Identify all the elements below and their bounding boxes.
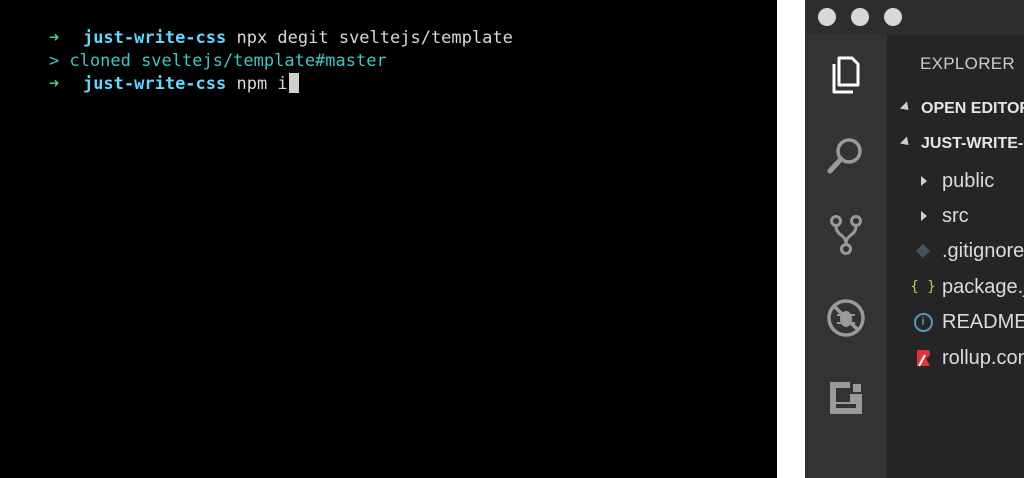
chevron-right-icon: [921, 176, 927, 186]
tree-folder-public[interactable]: public: [887, 164, 1024, 198]
activity-bar: [805, 34, 887, 478]
workspace-section[interactable]: JUST-WRITE-CSS: [887, 129, 1024, 159]
expand-triangle-icon: [899, 136, 913, 149]
tree-file-readme[interactable]: i README.md: [887, 305, 1024, 339]
title-bar: [805, 0, 1024, 34]
terminal-line-2: > cloned sveltejs/template#master: [0, 27, 777, 71]
explorer-files-icon[interactable]: [825, 54, 867, 96]
debug-icon[interactable]: [825, 297, 867, 339]
explorer-title: EXPLORER: [920, 54, 1015, 73]
terminal-pane[interactable]: ➜ just-write-css npx degit sveltejs/templ…: [0, 0, 777, 478]
terminal-line-3: ➜ just-write-css npm i: [0, 50, 777, 94]
prompt-directory: just-write-css: [82, 74, 227, 94]
git-icon: [913, 241, 933, 261]
terminal-command: npm i: [226, 74, 288, 94]
close-window-button[interactable]: [818, 8, 836, 26]
editor-window: EXPLORER OPEN EDITORS JUST-WRITE-CSS pub…: [805, 0, 1024, 478]
terminal-cursor: [288, 73, 299, 93]
source-control-icon[interactable]: [825, 214, 867, 256]
terminal-line-1: ➜ just-write-css npx degit sveltejs/templ…: [0, 4, 777, 48]
tree-file-gitignore[interactable]: .gitignore: [887, 234, 1024, 268]
info-icon: i: [913, 312, 933, 332]
window-gap: [777, 0, 805, 478]
json-icon: { }: [910, 279, 936, 295]
maximize-window-button[interactable]: [884, 8, 902, 26]
open-editors-section[interactable]: OPEN EDITORS: [887, 94, 1024, 124]
rollup-icon: [913, 348, 933, 368]
search-icon[interactable]: [825, 134, 867, 176]
tree-file-rollup-config[interactable]: rollup.config.js: [887, 341, 1024, 375]
explorer-sidebar: EXPLORER OPEN EDITORS JUST-WRITE-CSS pub…: [887, 34, 1024, 478]
tree-folder-src[interactable]: src: [887, 199, 1024, 233]
prompt-arrow-icon: ➜: [48, 74, 60, 94]
tree-file-package-json[interactable]: { } package.json: [887, 270, 1024, 304]
expand-triangle-icon: [899, 101, 913, 114]
chevron-right-icon: [921, 211, 927, 221]
minimize-window-button[interactable]: [851, 8, 869, 26]
extensions-icon[interactable]: [825, 377, 867, 419]
